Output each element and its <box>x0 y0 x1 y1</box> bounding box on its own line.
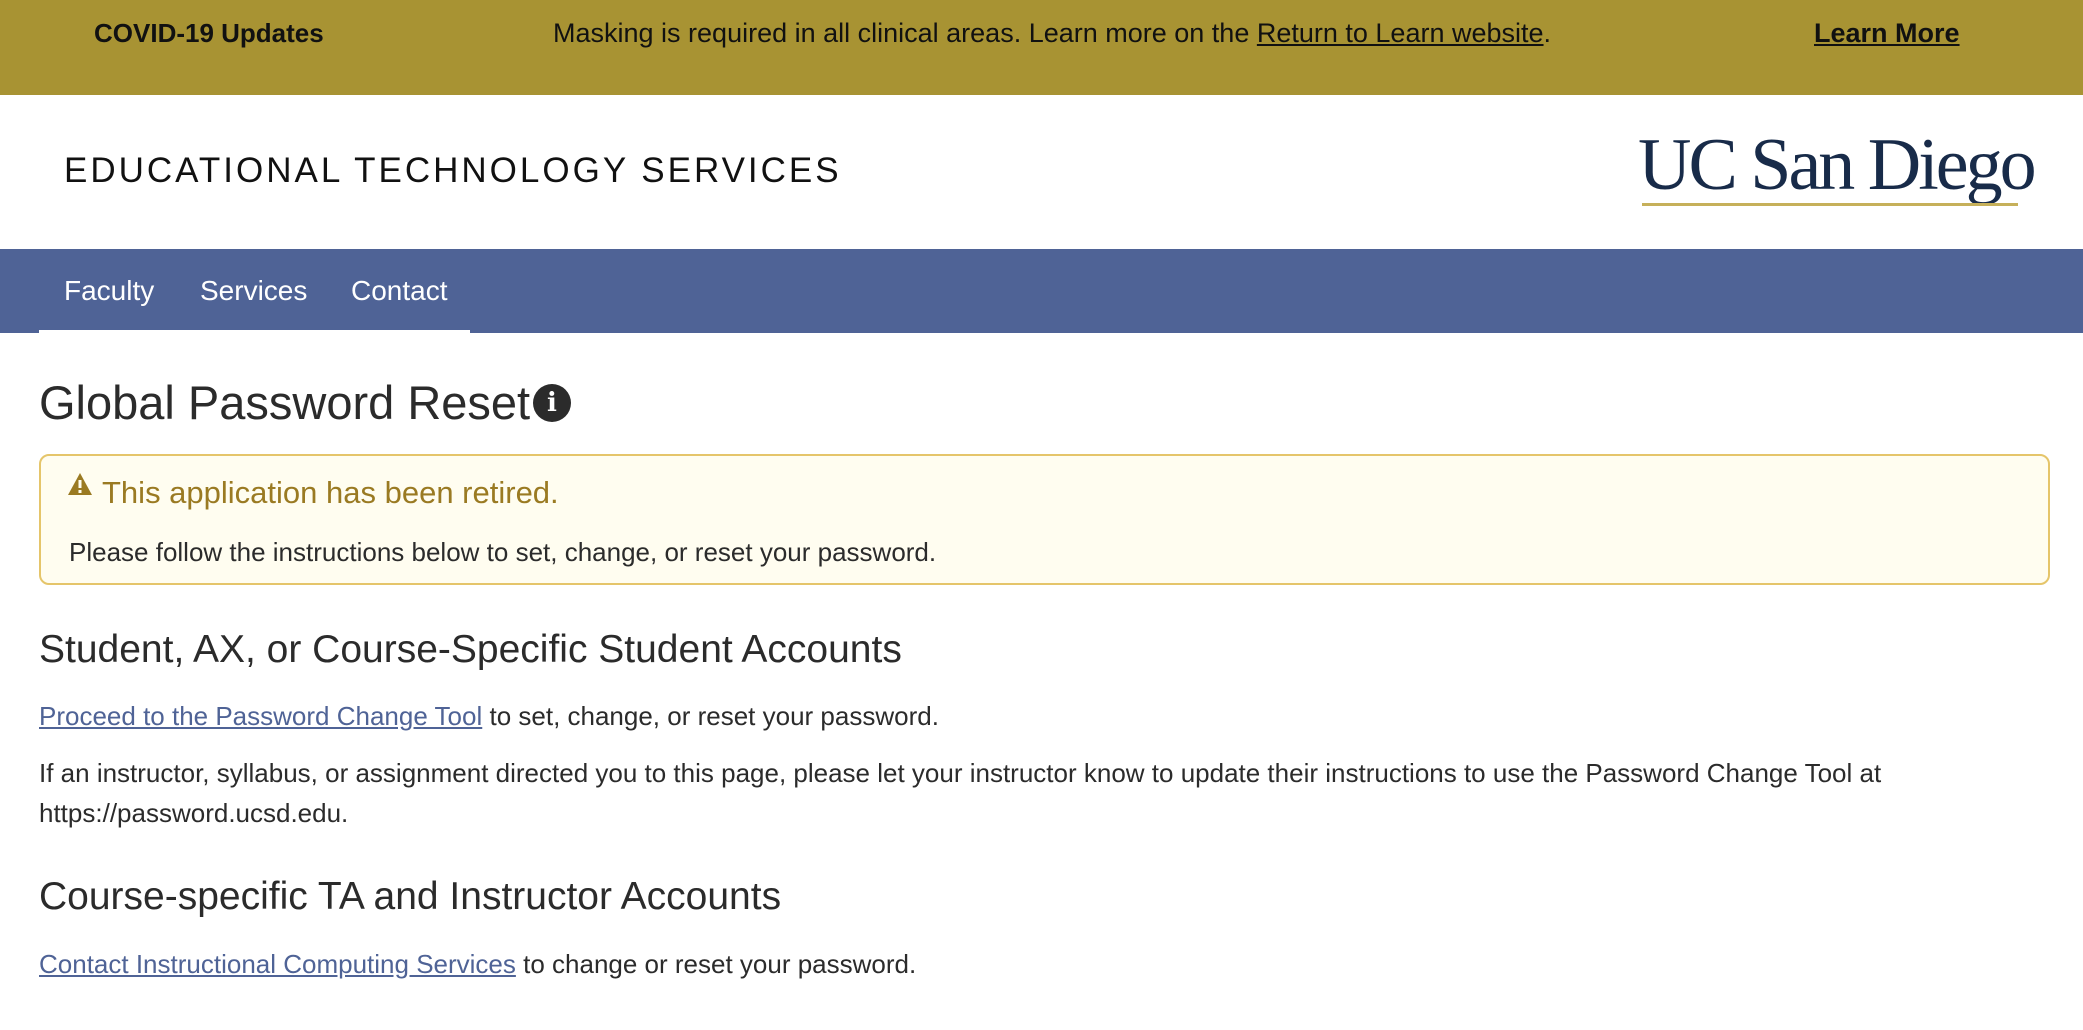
page-title: Global Password Reset <box>39 376 531 429</box>
alert-body: Please follow the instructions below to … <box>69 537 937 567</box>
logo-underline <box>1642 203 2018 206</box>
instructor-note: If an instructor, syllabus, or assignmen… <box>39 758 1882 828</box>
student-section-heading: Student, AX, or Course-Specific Student … <box>39 628 902 671</box>
covid-banner-message: Masking is required in all clinical area… <box>553 17 1551 49</box>
info-icon[interactable]: i <box>533 384 571 422</box>
covid-message-text: Masking is required in all clinical area… <box>553 18 1257 48</box>
logo-text: UC San Diego <box>1638 124 2037 206</box>
warning-icon <box>68 473 92 495</box>
covid-message-suffix: . <box>1543 18 1552 48</box>
password-change-tool-link[interactable]: Proceed to the Password Change Tool <box>39 701 482 731</box>
covid-banner: COVID-19 Updates Masking is required in … <box>0 0 2083 95</box>
alert-title: This application has been retired. <box>102 475 559 510</box>
nav-item-contact[interactable]: Contact <box>351 249 448 333</box>
retired-alert: This application has been retired. Pleas… <box>39 454 2050 585</box>
nav-underline <box>39 330 470 333</box>
ta-link-paragraph: Contact Instructional Computing Services… <box>39 944 916 984</box>
main-nav: Faculty Services Contact <box>0 249 2083 333</box>
ta-link-suffix: to change or reset your password. <box>515 949 917 979</box>
covid-banner-title: COVID-19 Updates <box>94 18 324 48</box>
ucsd-logo[interactable]: UC San Diego <box>1638 125 2037 211</box>
site-name[interactable]: EDUCATIONAL TECHNOLOGY SERVICES <box>64 151 842 191</box>
nav-item-faculty[interactable]: Faculty <box>64 249 154 333</box>
contact-ics-link[interactable]: Contact Instructional Computing Services <box>39 949 516 979</box>
ta-section-heading: Course-specific TA and Instructor Accoun… <box>39 875 782 918</box>
student-link-paragraph: Proceed to the Password Change Tool to s… <box>39 696 939 736</box>
student-link-suffix: to set, change, or reset your password. <box>482 701 939 731</box>
learn-more-link[interactable]: Learn More <box>1814 17 1960 49</box>
site-header: EDUCATIONAL TECHNOLOGY SERVICES UC San D… <box>0 95 2083 249</box>
nav-item-services[interactable]: Services <box>200 249 307 333</box>
return-to-learn-link[interactable]: Return to Learn website <box>1257 18 1544 48</box>
